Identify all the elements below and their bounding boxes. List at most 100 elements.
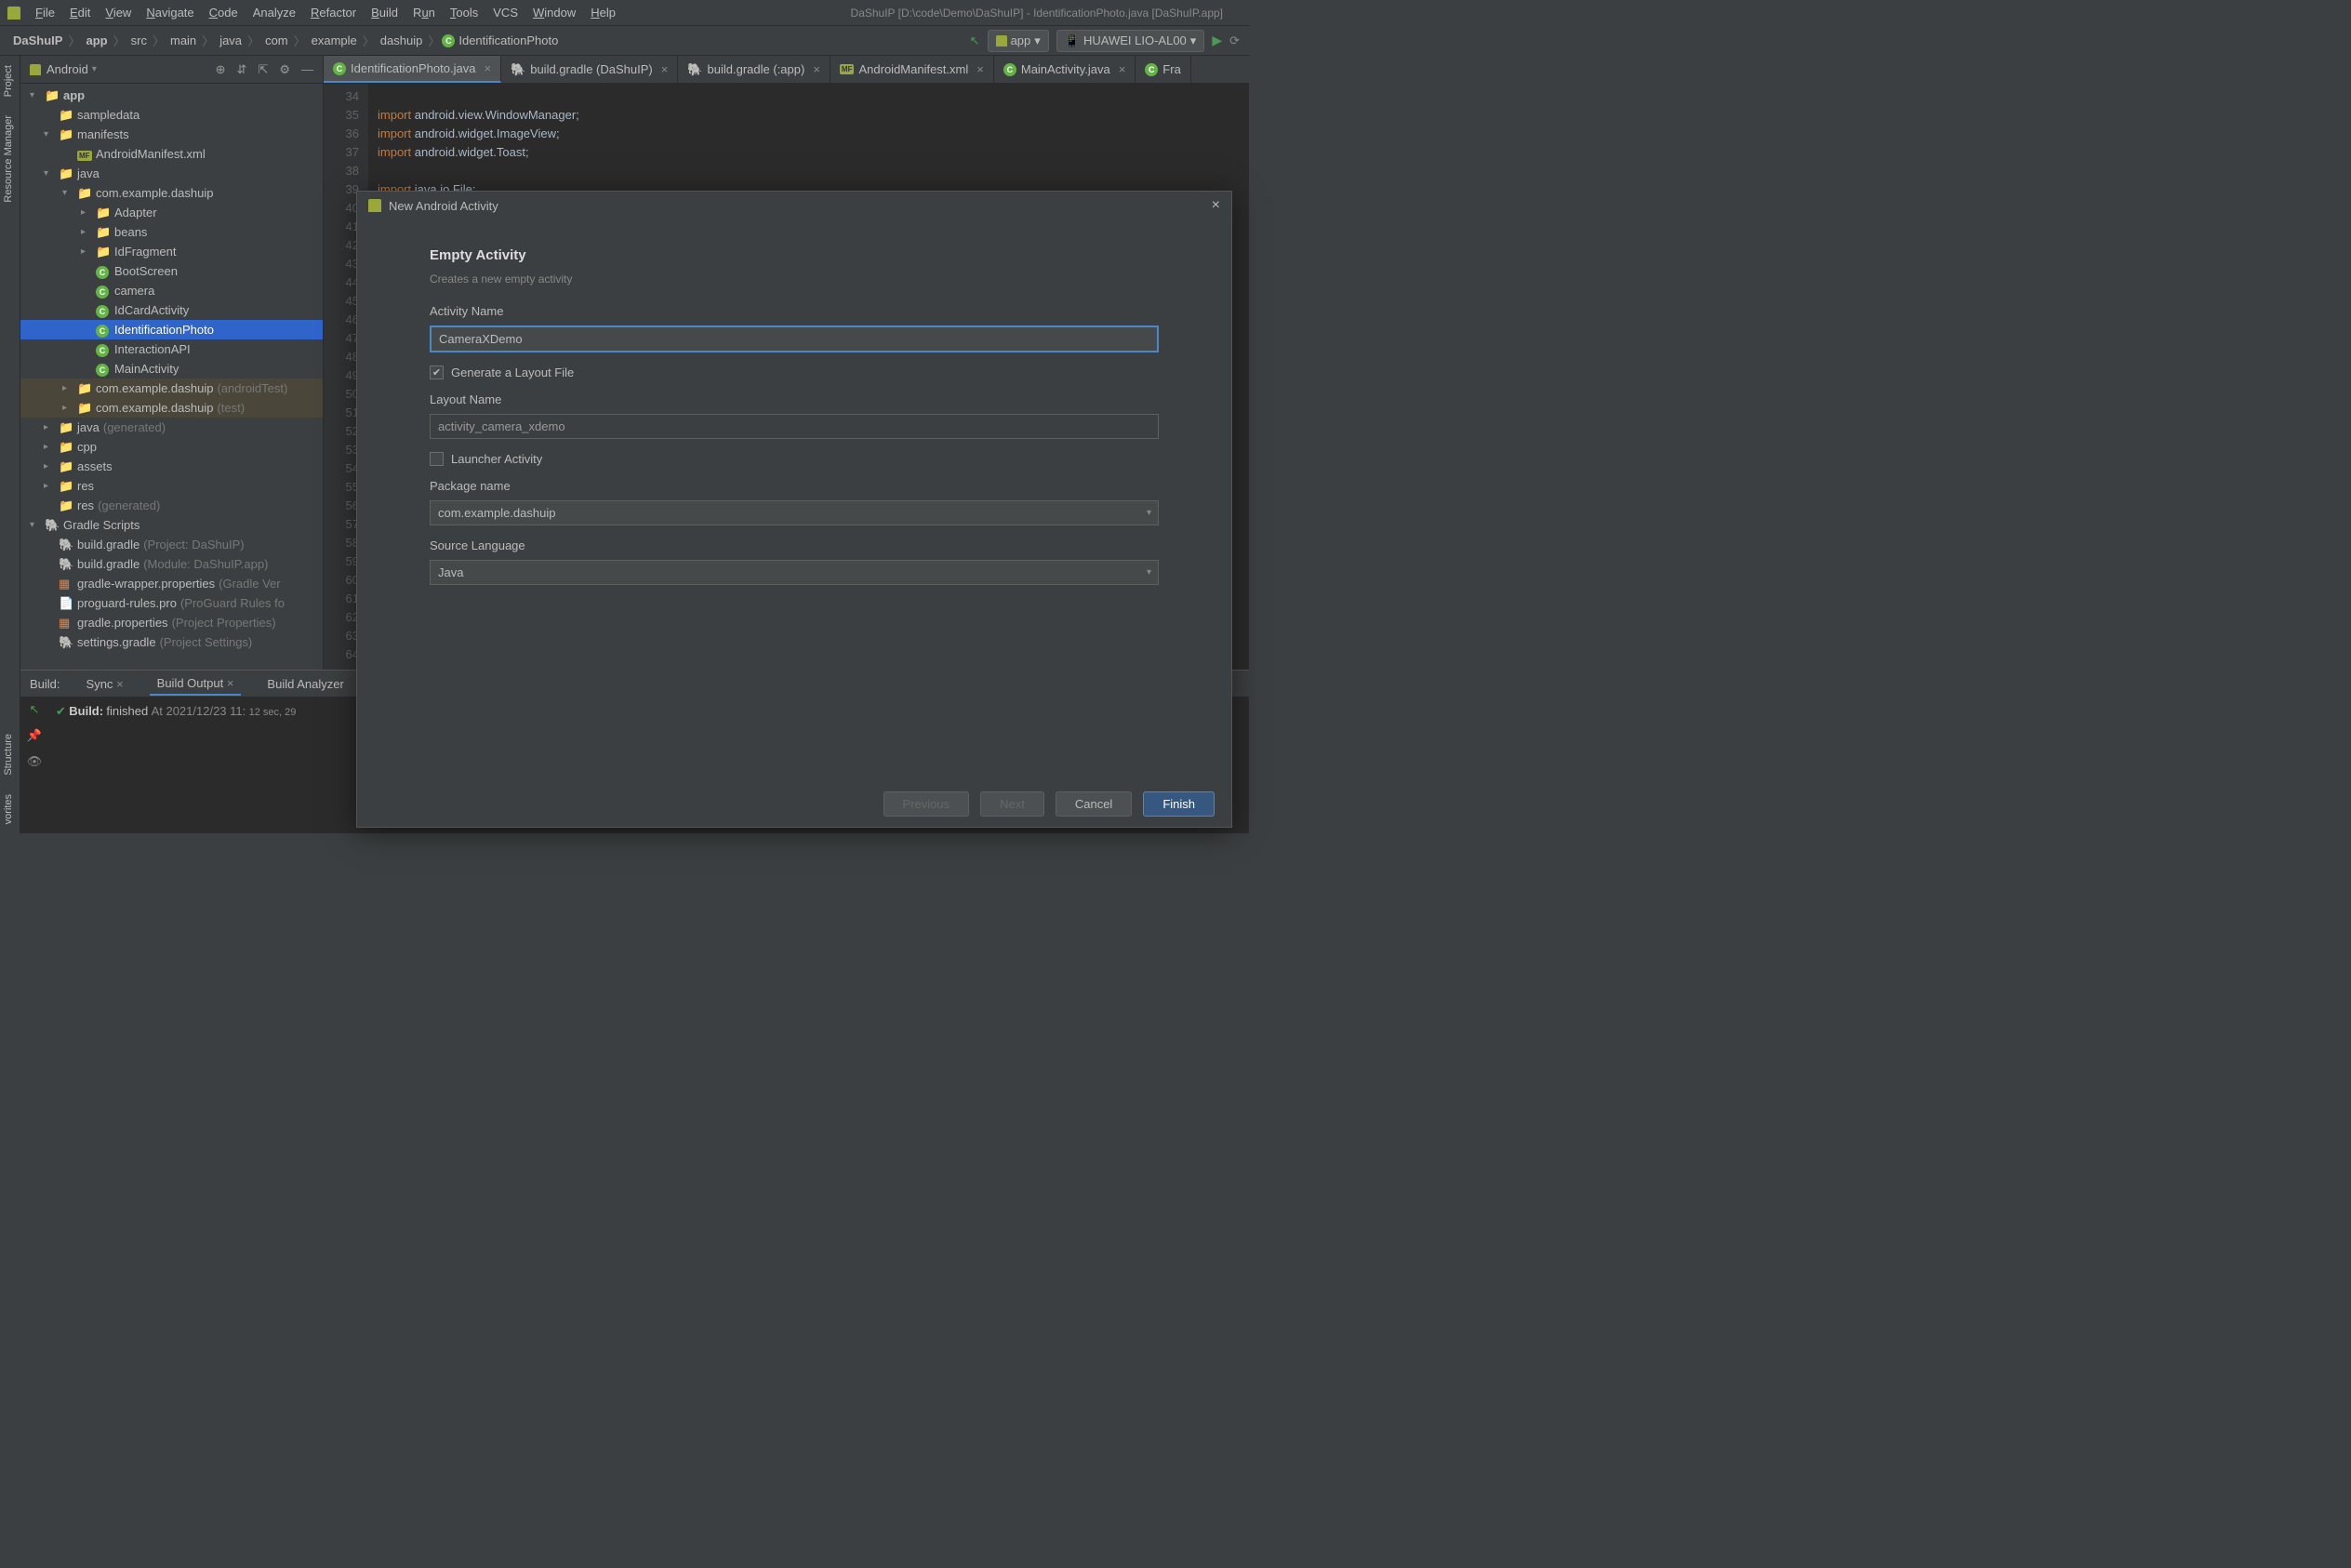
tree-mainactivity[interactable]: CMainActivity <box>20 359 323 379</box>
close-icon[interactable]: × <box>976 62 984 76</box>
tree-pkg[interactable]: ▾📁com.example.dashuip <box>20 183 323 203</box>
tree-res-gen[interactable]: 📁res(generated) <box>20 496 323 515</box>
menu-refactor[interactable]: Refactor <box>303 6 364 20</box>
run-icon[interactable]: ▶ <box>1212 33 1222 48</box>
editor-tab-3[interactable]: MFAndroidManifest.xml× <box>830 56 994 83</box>
tab-project[interactable]: Project <box>0 56 20 106</box>
crumb-6[interactable]: example <box>308 33 361 47</box>
launcher-label: Launcher Activity <box>451 452 542 466</box>
crumb-8[interactable]: IdentificationPhoto <box>455 33 562 47</box>
editor-tab-0[interactable]: CIdentificationPhoto.java× <box>324 56 501 83</box>
debug-icon[interactable]: ⟳ <box>1229 33 1240 48</box>
menu-help[interactable]: Help <box>583 6 623 20</box>
build-tab-sync[interactable]: Sync × <box>79 673 131 695</box>
previous-button[interactable]: Previous <box>883 791 970 817</box>
menu-window[interactable]: Window <box>525 6 583 20</box>
tree-app[interactable]: ▾📁app <box>20 86 323 105</box>
build-tab-output[interactable]: Build Output × <box>150 672 242 696</box>
crumb-4[interactable]: java <box>216 33 246 47</box>
tree-settings-gradle[interactable]: 🐘settings.gradle(Project Settings) <box>20 632 323 652</box>
collapse-icon[interactable]: ⇱ <box>258 62 268 77</box>
tree-pkg-androidtest[interactable]: ▸📁com.example.dashuip(androidTest) <box>20 379 323 398</box>
editor-tab-1[interactable]: 🐘build.gradle (DaShuIP)× <box>501 56 678 83</box>
tree-proguard[interactable]: 📄proguard-rules.pro(ProGuard Rules fo <box>20 593 323 613</box>
package-select[interactable] <box>430 500 1159 525</box>
crumb-1[interactable]: app <box>82 33 111 47</box>
menu-file[interactable]: File <box>28 6 62 20</box>
left-sidebar-tabs: Project Resource Manager Structure vorit… <box>0 56 20 833</box>
tree-assets[interactable]: ▸📁assets <box>20 457 323 476</box>
tree-idphoto[interactable]: CIdentificationPhoto <box>20 320 323 339</box>
menu-build[interactable]: Build <box>364 6 405 20</box>
dialog-close-icon[interactable]: × <box>1212 197 1220 214</box>
tree-gradle-scripts[interactable]: ▾🐘Gradle Scripts <box>20 515 323 535</box>
tree-build-gradle-mod[interactable]: 🐘build.gradle(Module: DaShuIP.app) <box>20 554 323 574</box>
crumb-3[interactable]: main <box>166 33 200 47</box>
tree-androidmanifest[interactable]: MFAndroidManifest.xml <box>20 144 323 164</box>
language-select[interactable] <box>430 560 1159 585</box>
tree-res[interactable]: ▸📁res <box>20 476 323 496</box>
next-button[interactable]: Next <box>980 791 1044 817</box>
close-icon[interactable]: × <box>1119 62 1126 76</box>
device-dropdown[interactable]: 📱 HUAWEI LIO-AL00 ▾ <box>1056 30 1205 52</box>
device-icon: 📱 <box>1065 33 1080 48</box>
tree-adapter[interactable]: ▸📁Adapter <box>20 203 323 222</box>
menu-navigate[interactable]: Navigate <box>139 6 201 20</box>
build-tab-analyzer[interactable]: Build Analyzer <box>259 673 351 695</box>
target-icon[interactable]: ⊕ <box>216 62 226 77</box>
menu-view[interactable]: View <box>98 6 139 20</box>
editor-tab-4[interactable]: CMainActivity.java× <box>994 56 1136 83</box>
build-icon[interactable]: ↖ <box>970 33 980 48</box>
tab-favorites[interactable]: vorites <box>0 785 20 833</box>
tree-build-gradle-proj[interactable]: 🐘build.gradle(Project: DaShuIP) <box>20 535 323 554</box>
editor-tab-5[interactable]: CFra <box>1136 56 1191 83</box>
tree-camera[interactable]: Ccamera <box>20 281 323 300</box>
tree-pkg-test[interactable]: ▸📁com.example.dashuip(test) <box>20 398 323 418</box>
tree-gradle-wrapper[interactable]: ▦gradle-wrapper.properties(Gradle Ver <box>20 574 323 593</box>
run-config-dropdown[interactable]: app ▾ <box>988 30 1049 52</box>
close-icon[interactable]: × <box>116 677 124 691</box>
menu-vcs[interactable]: VCS <box>485 6 525 20</box>
gear-icon[interactable]: ⚙ <box>279 62 290 77</box>
tree-interaction[interactable]: CInteractionAPI <box>20 339 323 359</box>
layout-name-input[interactable] <box>430 414 1159 439</box>
expand-icon[interactable]: ⇵ <box>237 62 247 77</box>
activity-name-input[interactable] <box>430 326 1159 352</box>
crumb-0[interactable]: DaShuIP <box>9 33 66 47</box>
chevron-down-icon[interactable]: ▾ <box>92 64 97 74</box>
tree-idcard[interactable]: CIdCardActivity <box>20 300 323 320</box>
tree-idfragment[interactable]: ▸📁IdFragment <box>20 242 323 261</box>
eye-icon[interactable]: 👁 <box>27 754 43 769</box>
editor-tab-2[interactable]: 🐘build.gradle (:app)× <box>678 56 830 83</box>
tree-beans[interactable]: ▸📁beans <box>20 222 323 242</box>
launcher-checkbox[interactable] <box>430 452 444 466</box>
menu-code[interactable]: Code <box>202 6 246 20</box>
menu-tools[interactable]: Tools <box>443 6 485 20</box>
tab-resource-manager[interactable]: Resource Manager <box>0 106 20 212</box>
tree-cpp[interactable]: ▸📁cpp <box>20 437 323 457</box>
close-icon[interactable]: × <box>484 61 491 75</box>
close-icon[interactable]: × <box>661 62 669 76</box>
tree-bootscreen[interactable]: CBootScreen <box>20 261 323 281</box>
hammer-icon[interactable]: ↖ <box>30 702 40 717</box>
generate-layout-checkbox[interactable]: ✔ <box>430 365 444 379</box>
crumb-5[interactable]: com <box>261 33 292 47</box>
tab-structure[interactable]: Structure <box>0 724 20 785</box>
project-view-title[interactable]: Android <box>46 62 88 76</box>
pin-icon[interactable]: 📌 <box>27 728 42 743</box>
crumb-7[interactable]: dashuip <box>377 33 427 47</box>
tree-java-gen[interactable]: ▸📁java(generated) <box>20 418 323 437</box>
menu-run[interactable]: Run <box>405 6 443 20</box>
close-icon[interactable]: × <box>227 676 234 690</box>
tree-manifests[interactable]: ▾📁manifests <box>20 125 323 144</box>
tree-gradle-props[interactable]: ▦gradle.properties(Project Properties) <box>20 613 323 632</box>
tree-sampledata[interactable]: 📁sampledata <box>20 105 323 125</box>
close-icon[interactable]: × <box>813 62 820 76</box>
crumb-2[interactable]: src <box>127 33 151 47</box>
menu-analyze[interactable]: Analyze <box>246 6 303 20</box>
menu-edit[interactable]: Edit <box>62 6 98 20</box>
finish-button[interactable]: Finish <box>1143 791 1215 817</box>
tree-java[interactable]: ▾📁java <box>20 164 323 183</box>
minimize-icon[interactable]: — <box>301 62 313 77</box>
cancel-button[interactable]: Cancel <box>1056 791 1132 817</box>
